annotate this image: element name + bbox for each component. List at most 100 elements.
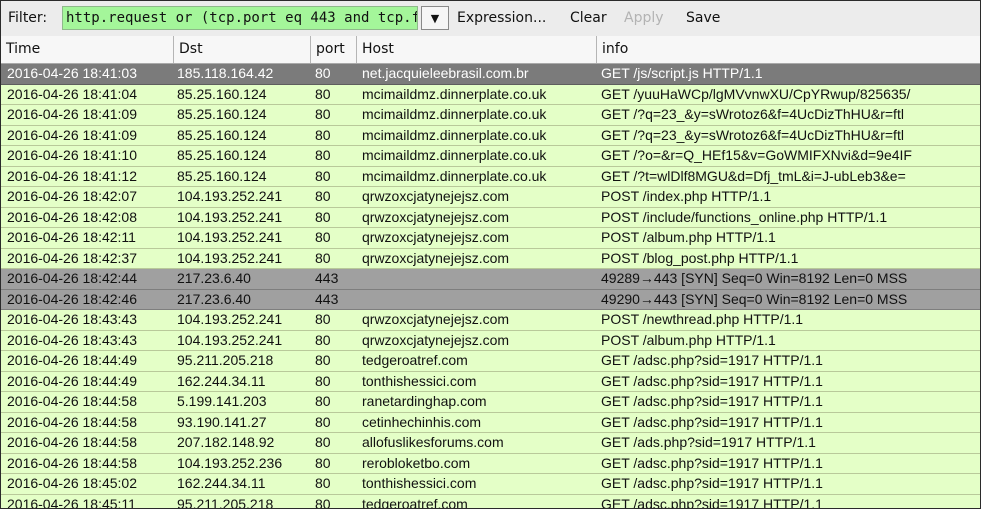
packet-row[interactable]: 2016-04-26 18:41:12 85.25.160.124 80 mcimai… [1,166,980,187]
packet-list: 2016-04-26 18:41:03 185.118.164.42 80 net.j… [1,64,980,508]
packet-row[interactable]: 2016-04-26 18:42:37 104.193.252.241 80 qrwz… [1,248,980,269]
apply-button[interactable]: Apply [624,10,664,26]
packet-dst-cell: 85.25.160.124 [177,106,267,122]
packet-dst-cell: 185.118.164.42 [177,65,274,81]
packet-time-cell: 2016-04-26 18:44:58 [7,413,137,430]
packet-row[interactable]: 2016-04-26 18:41:10 85.25.160.124 80 mcimai… [1,146,980,167]
column-header-info[interactable]: info [597,36,980,63]
packet-port-cell: 80 [315,249,331,266]
packet-dst-cell: 104.193.252.241 [177,188,283,204]
packet-dst-cell: 104.193.252.241 [177,229,283,245]
packet-port-cell: 80 [315,229,331,245]
packet-port-cell: 443 [315,270,339,286]
packet-port-cell: 80 [315,331,331,348]
packet-host-cell: qrwzoxcjatynejejsz.com [362,188,510,204]
column-header-host[interactable]: Host [357,36,597,63]
column-header-port[interactable]: port [311,36,357,63]
packet-row[interactable]: 2016-04-26 18:42:08 104.193.252.241 80 qrwz… [1,207,980,228]
packet-port-cell: 80 [315,475,331,491]
column-header-time[interactable]: Time [1,36,174,63]
packet-time-cell: 2016-04-26 18:44:58 [7,434,137,450]
packet-port-cell: 80 [315,393,331,409]
packet-row[interactable]: 2016-04-26 18:42:11 104.193.252.241 80 qrwz… [1,228,980,249]
packet-port-cell: 80 [315,311,331,327]
packet-info-cell: POST /index.php HTTP/1.1 [601,188,772,204]
packet-row[interactable]: 2016-04-26 18:45:02 162.244.34.11 80 tonthi… [1,474,980,495]
packet-info-cell: POST /album.php HTTP/1.1 [601,229,776,245]
packet-dst-cell: 162.244.34.11 [177,475,266,491]
packet-row[interactable]: 2016-04-26 18:44:58 207.182.148.92 80 allof… [1,433,980,454]
clear-button[interactable]: Clear [570,10,607,26]
packet-host-cell: qrwzoxcjatynejejsz.com [362,311,510,327]
packet-row[interactable]: 2016-04-26 18:41:09 85.25.160.124 80 mcimai… [1,125,980,146]
packet-time-cell: 2016-04-26 18:42:44 [7,270,137,286]
packet-row[interactable]: 2016-04-26 18:42:07 104.193.252.241 80 qrwz… [1,187,980,208]
packet-dst-cell: 95.211.205.218 [177,495,274,509]
packet-row[interactable]: 2016-04-26 18:42:46 217.23.6.40 443 49290→4… [1,289,980,310]
packet-time-cell: 2016-04-26 18:45:02 [7,475,137,491]
save-button[interactable]: Save [686,10,720,26]
packet-info-cell: GET /?t=wlDlf8MGU&d=Dfj_tmL&i=J-ubLeb3&e… [601,167,906,184]
packet-host-cell: allofuslikesforums.com [362,434,504,450]
packet-time-cell: 2016-04-26 18:44:49 [7,352,137,368]
packet-row[interactable]: 2016-04-26 18:41:04 85.25.160.124 80 mcimai… [1,84,980,105]
packet-info-cell: POST /include/functions_online.php HTTP/… [601,208,888,225]
packet-time-cell: 2016-04-26 18:42:37 [7,249,137,266]
packet-row[interactable]: 2016-04-26 18:43:43 104.193.252.241 80 qrwz… [1,310,980,331]
packet-time-cell: 2016-04-26 18:45:11 [7,495,136,509]
packet-row[interactable]: 2016-04-26 18:44:58 104.193.252.236 80 rero… [1,453,980,474]
packet-row[interactable]: 2016-04-26 18:41:03 185.118.164.42 80 net.j… [1,64,980,85]
packet-info-cell: POST /album.php HTTP/1.1 [601,331,776,348]
packet-row[interactable]: 2016-04-26 18:44:58 5.199.141.203 80 raneta… [1,392,980,413]
packet-host-cell: mcimaildmz.dinnerplate.co.uk [362,85,547,102]
filter-dropdown-button[interactable]: ▼ [421,6,449,30]
packet-port-cell: 80 [315,495,331,509]
packet-port-cell: 80 [315,167,331,184]
packet-port-cell: 80 [315,65,331,81]
packet-dst-cell: 93.190.141.27 [177,413,267,430]
packet-host-cell: qrwzoxcjatynejejsz.com [362,208,510,225]
packet-row[interactable]: 2016-04-26 18:44:58 93.190.141.27 80 cetinh… [1,412,980,433]
packet-row[interactable]: 2016-04-26 18:45:11 95.211.205.218 80 tedge… [1,494,980,509]
packet-host-cell: mcimaildmz.dinnerplate.co.uk [362,167,547,184]
packet-host-cell: tedgeroatref.com [362,495,468,509]
column-header-dst[interactable]: Dst [174,36,311,63]
packet-row[interactable]: 2016-04-26 18:44:49 162.244.34.11 80 tonthi… [1,371,980,392]
packet-port-cell: 80 [315,106,331,122]
packet-dst-cell: 104.193.252.241 [177,331,283,348]
packet-dst-cell: 85.25.160.124 [177,85,267,102]
packet-port-cell: 80 [315,454,331,471]
packet-port-cell: 443 [315,290,339,307]
packet-time-cell: 2016-04-26 18:42:07 [7,188,137,204]
packet-info-cell: GET /?q=23_&y=sWrotoz6&f=4UcDizThHU&r=ft… [601,106,904,122]
packet-time-cell: 2016-04-26 18:44:58 [7,454,137,471]
expression-button[interactable]: Expression... [457,10,546,26]
packet-info-cell: POST /newthread.php HTTP/1.1 [601,311,804,327]
packet-time-cell: 2016-04-26 18:41:04 [7,85,137,102]
packet-row[interactable]: 2016-04-26 18:43:43 104.193.252.241 80 qrwz… [1,330,980,351]
packet-time-cell: 2016-04-26 18:41:03 [7,65,137,81]
filter-input[interactable]: http.request or (tcp.port eq 443 and tcp… [62,6,418,30]
packet-info-cell: GET /adsc.php?sid=1917 HTTP/1.1 [601,352,823,368]
packet-port-cell: 80 [315,208,331,225]
packet-dst-cell: 104.193.252.241 [177,208,283,225]
packet-dst-cell: 162.244.34.11 [177,372,266,389]
packet-time-cell: 2016-04-26 18:41:10 [7,147,137,163]
packet-port-cell: 80 [315,352,331,368]
packet-host-cell: ranetardinghap.com [362,393,487,409]
packet-info-cell: GET /adsc.php?sid=1917 HTTP/1.1 [601,475,823,491]
packet-dst-cell: 85.25.160.124 [177,126,267,143]
packet-row[interactable]: 2016-04-26 18:44:49 95.211.205.218 80 tedge… [1,351,980,372]
packet-info-cell: GET /ads.php?sid=1917 HTTP/1.1 [601,434,816,450]
packet-host-cell: net.jacquieleebrasil.com.br [362,65,529,81]
packet-row[interactable]: 2016-04-26 18:41:09 85.25.160.124 80 mcimai… [1,105,980,126]
packet-host-cell: rerobloketbo.com [362,454,471,471]
packet-list-window: Filter: http.request or (tcp.port eq 443… [0,0,981,509]
packet-info-cell: GET /?q=23_&y=sWrotoz6&f=4UcDizThHU&r=ft… [601,126,904,143]
packet-time-cell: 2016-04-26 18:41:09 [7,106,137,122]
packet-info-cell: GET /?o=&r=Q_HEf15&v=GoWMIFXNvi&d=9e4IF [601,147,912,163]
packet-row[interactable]: 2016-04-26 18:42:44 217.23.6.40 443 49289→4… [1,269,980,290]
packet-info-cell: 49289→443 [SYN] Seq=0 Win=8192 Len=0 MSS [601,270,908,286]
packet-host-cell: tonthishessici.com [362,372,477,389]
packet-time-cell: 2016-04-26 18:42:46 [7,290,137,307]
